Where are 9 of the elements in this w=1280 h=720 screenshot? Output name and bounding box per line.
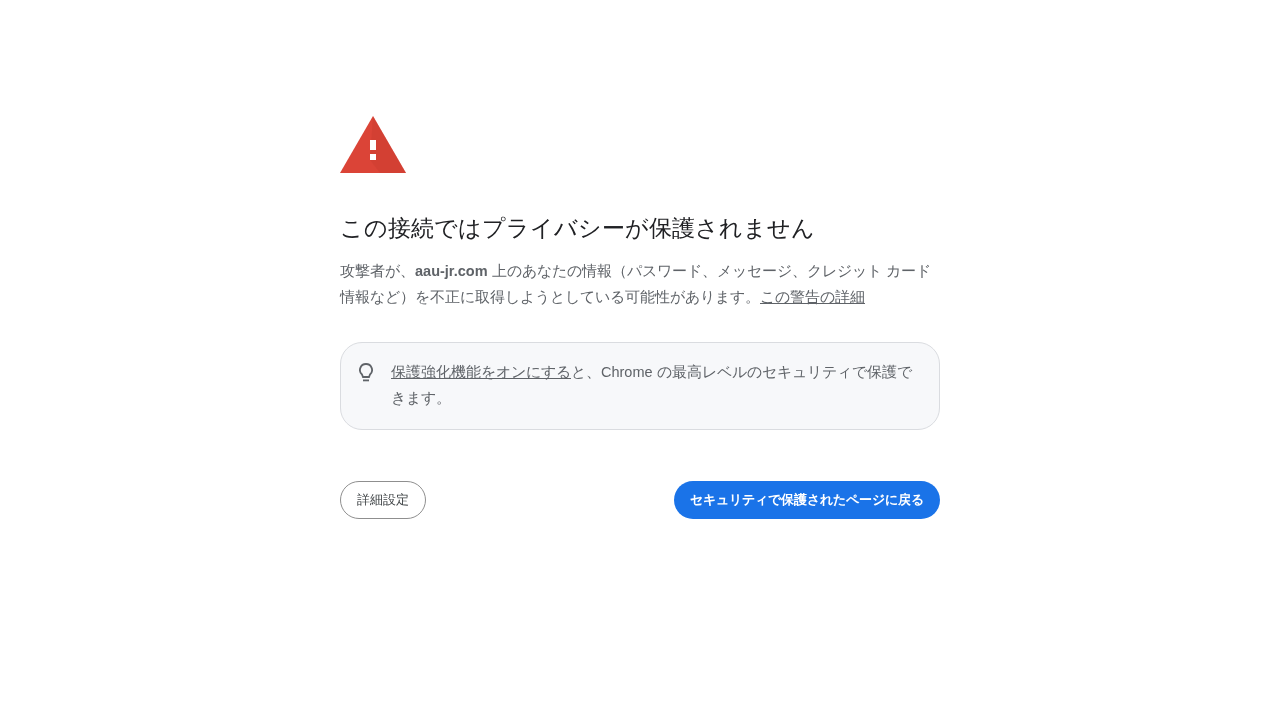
- back-to-safety-button[interactable]: セキュリティで保護されたページに戻る: [674, 481, 940, 519]
- warning-description: 攻撃者が、aau-jr.com 上のあなたの情報（パスワード、メッセージ、クレジット カード情報など）を不正に取得しようとしている可能性があります。この警告の詳細: [340, 262, 932, 307]
- details-link[interactable]: この警告の詳細: [760, 289, 865, 305]
- lightbulb-icon: [359, 363, 373, 383]
- warning-icon: [340, 116, 406, 174]
- page-heading: この接続ではプライバシーが保護されません: [340, 214, 816, 243]
- enhanced-protection-link[interactable]: 保護強化機能をオンにする: [391, 364, 571, 380]
- advanced-button[interactable]: 詳細設定: [340, 481, 426, 519]
- tip-text: 保護強化機能をオンにする と、Chrome の最高レベルのセキュリティで保護できます。: [391, 363, 913, 408]
